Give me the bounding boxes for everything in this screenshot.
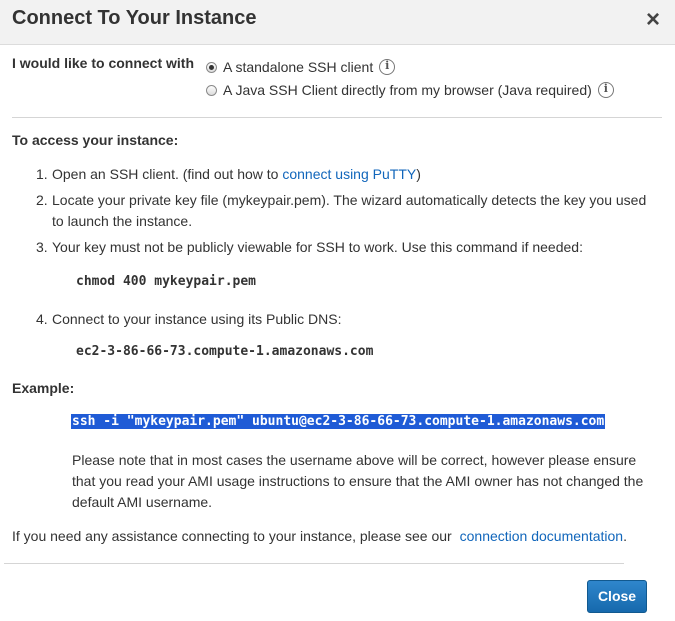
divider — [12, 117, 662, 118]
connect-using-putty-link[interactable]: connect using PuTTY — [282, 166, 416, 182]
option-standalone-ssh-label: A standalone SSH client — [223, 59, 374, 75]
connection-documentation-link[interactable]: connection documentation — [460, 528, 623, 544]
step-number: 2. — [36, 192, 48, 208]
step-text-after: ) — [416, 166, 421, 182]
radio-java-ssh[interactable] — [206, 84, 217, 96]
option-standalone-ssh[interactable]: A standalone SSH client — [206, 59, 396, 75]
step-number: 1. — [36, 166, 48, 182]
dialog-header: Connect To Your Instance × — [0, 0, 675, 45]
step-text: Locate your private key file (mykeypair.… — [52, 192, 647, 229]
info-icon[interactable] — [597, 82, 614, 98]
help-text: If you need any assistance connecting to… — [12, 528, 627, 544]
example-title: Example: — [12, 380, 75, 396]
step-text: Your key must not be publicly viewable f… — [52, 239, 583, 255]
step-text: Connect to your instance using its Publi… — [52, 311, 342, 327]
access-title: To access your instance: — [12, 132, 179, 148]
radio-standalone-ssh[interactable] — [206, 61, 217, 73]
option-java-ssh[interactable]: A Java SSH Client directly from my brows… — [206, 82, 614, 98]
option-java-ssh-label: A Java SSH Client directly from my brows… — [223, 82, 592, 98]
step-number: 4. — [36, 311, 48, 327]
footer-divider — [4, 563, 624, 564]
info-icon[interactable] — [379, 59, 396, 75]
step-number: 3. — [36, 239, 48, 255]
dialog-title: Connect To Your Instance — [12, 7, 257, 29]
help-text-before: If you need any assistance connecting to… — [12, 528, 452, 544]
close-icon[interactable]: × — [640, 6, 666, 34]
username-note: Please note that in most cases the usern… — [72, 452, 644, 510]
connect-with-label: I would like to connect with — [12, 55, 195, 71]
chmod-command: chmod 400 mykeypair.pem — [76, 274, 257, 289]
step-text-before: Open an SSH client. (find out how to — [52, 166, 279, 182]
public-dns: ec2-3-86-66-73.compute-1.amazonaws.com — [76, 344, 374, 359]
connect-dialog: Connect To Your Instance × I would like … — [0, 0, 675, 621]
step-text: Open an SSH client. (find out how to con… — [52, 164, 652, 185]
help-text-after: . — [623, 528, 627, 544]
example-ssh-command[interactable]: ssh -i "mykeypair.pem" ubuntu@ec2-3-86-6… — [71, 414, 606, 429]
close-button[interactable]: Close — [587, 580, 647, 613]
